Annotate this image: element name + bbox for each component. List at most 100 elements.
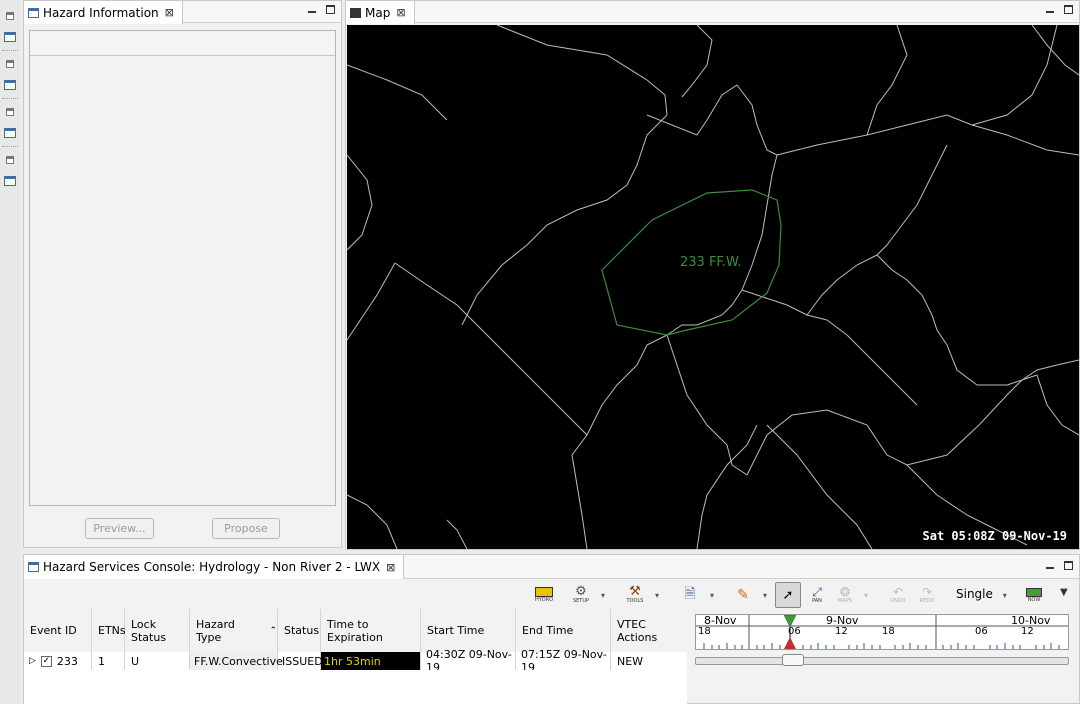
column-header[interactable]: VTEC Actions — [611, 609, 687, 652]
view-icon[interactable] — [4, 128, 16, 138]
hazard-polygon-label: 233 FF.W. — [680, 255, 742, 270]
column-header[interactable]: Start Time — [421, 609, 516, 652]
column-header[interactable]: Time to Expiration — [321, 609, 421, 652]
pan-icon: ⤢ — [812, 584, 822, 599]
minimize-button[interactable] — [308, 5, 316, 13]
undo-button[interactable]: ↶ UNDO — [887, 582, 909, 608]
undo-label: UNDO — [890, 597, 906, 604]
view-icon[interactable] — [4, 32, 16, 42]
tab-hazard-services-console[interactable]: Hazard Services Console: Hydrology - Non… — [24, 555, 405, 579]
maximize-button[interactable] — [1064, 561, 1073, 570]
view-icon — [28, 7, 39, 18]
redo-button[interactable]: ↷ REDO — [916, 582, 938, 608]
tools-button[interactable]: ⚒ TOOLS — [624, 582, 646, 608]
minimize-button[interactable] — [1046, 561, 1054, 569]
column-header-sorted[interactable]: Hazard Type ⌃ — [190, 609, 278, 652]
now-button[interactable]: NOW — [1023, 582, 1045, 608]
map-datetime: Sat 05:08Z 09-Nov-19 — [922, 529, 1068, 543]
now-icon — [1026, 587, 1042, 597]
view-menu-icon[interactable]: ▼ — [1060, 587, 1068, 598]
slider-thumb[interactable] — [782, 654, 804, 666]
draw-button[interactable]: ✎ — [732, 582, 754, 608]
tab-label: Hazard Information — [43, 5, 159, 20]
tab-bar: Hazard Information ⊠ — [24, 1, 341, 24]
hazard-services-console: Hazard Services Console: Hydrology - Non… — [23, 554, 1080, 704]
propose-button[interactable]: Propose — [212, 518, 280, 539]
select-button[interactable]: ➚ — [775, 582, 801, 608]
document-button[interactable]: 🗎 — [679, 582, 701, 608]
view-icon — [28, 562, 39, 572]
view-icon[interactable] — [4, 176, 16, 186]
event-checkbox[interactable]: ✓ — [40, 655, 52, 667]
timeline-ruler[interactable]: 8-Nov 9-Nov 10-Nov 18 06 12 18 06 12 — [695, 614, 1069, 650]
column-header[interactable]: End Time — [516, 609, 611, 652]
county-boundaries — [347, 25, 1079, 549]
setup-label: SETUP — [572, 598, 590, 604]
map-canvas[interactable]: 233 FF.W. Sat 05:08Z 09-Nov-19 — [347, 25, 1079, 549]
tools-icon: ⚒ — [629, 584, 641, 599]
now-label: NOW — [1027, 596, 1041, 603]
separator — [2, 146, 18, 147]
hazard-info-header — [30, 31, 335, 56]
pencil-icon: ✎ — [737, 587, 749, 603]
hydro-button[interactable]: HYDRO — [533, 582, 555, 608]
maximize-button[interactable] — [326, 5, 335, 14]
mode-select[interactable]: Single ▾ — [956, 587, 1007, 601]
column-header[interactable]: ETNs — [92, 609, 126, 652]
column-header[interactable]: Event ID — [24, 609, 92, 652]
restore-icon[interactable] — [6, 108, 14, 116]
hydro-icon — [535, 587, 553, 597]
maps-label: MAPS — [838, 597, 852, 604]
event-time-slider[interactable] — [695, 654, 1069, 666]
minimize-button[interactable] — [1046, 5, 1054, 13]
events-table-header: Event ID ETNs Lock Status Hazard Type ⌃ … — [24, 609, 687, 652]
undo-icon: ↶ — [892, 584, 904, 599]
restore-icon[interactable] — [6, 156, 14, 164]
column-header[interactable]: Lock Status — [125, 609, 190, 652]
table-row[interactable]: ▷ ✓ 233 1 U FF.W.Convective ISSUED 1hr 5… — [24, 648, 687, 674]
console-toolbar: HYDRO ⚙ SETUP ▾ ⚒ TOOLS ▾ 🗎 ▾ ✎ ▾ ➚ ⤢ PA… — [24, 579, 1079, 609]
chevron-down-icon[interactable]: ▾ — [601, 591, 605, 600]
lock-status-cell: U — [125, 652, 190, 670]
event-start-marker[interactable] — [784, 637, 796, 649]
restore-icon[interactable] — [6, 60, 14, 68]
hazard-type-cell: FF.W.Convective — [190, 652, 283, 670]
column-header[interactable]: Status — [278, 609, 321, 652]
separator — [2, 50, 18, 51]
tab-bar: Hazard Services Console: Hydrology - Non… — [24, 555, 1079, 579]
setup-button[interactable]: ⚙ SETUP — [570, 582, 592, 608]
cursor-arrow-icon: ➚ — [782, 587, 794, 603]
table-empty-area — [24, 670, 687, 704]
chevron-down-icon[interactable]: ▾ — [710, 591, 714, 600]
timeline-hour-label: 06 — [788, 626, 801, 637]
timeline-hour-label: 18 — [698, 626, 711, 637]
timeline-hour-label: 12 — [835, 626, 848, 637]
document-icon: 🗎 — [684, 586, 696, 602]
chevron-down-icon[interactable]: ▾ — [763, 591, 767, 600]
close-icon[interactable]: ⊠ — [396, 6, 405, 19]
tab-label: Hazard Services Console: Hydrology - Non… — [43, 560, 381, 574]
restore-icon[interactable] — [6, 12, 14, 20]
pan-label: PAN — [812, 597, 822, 604]
sort-ascending-icon: ⌃ — [269, 625, 277, 636]
expand-triangle-icon[interactable]: ▷ — [29, 656, 36, 666]
preview-button[interactable]: Preview... — [85, 518, 154, 539]
timeline-hour-label: 06 — [975, 626, 988, 637]
hydro-label: HYDRO — [534, 597, 554, 603]
chevron-down-icon[interactable]: ▾ — [864, 591, 868, 600]
close-icon[interactable]: ⊠ — [165, 6, 174, 19]
maps-button[interactable]: ❂ MAPS — [834, 582, 856, 608]
maximize-button[interactable] — [1064, 5, 1073, 14]
tab-map[interactable]: Map ⊠ — [346, 1, 415, 24]
tab-bar: Map ⊠ — [346, 1, 1079, 24]
vtec-actions-cell: NEW — [617, 654, 644, 668]
view-icon[interactable] — [4, 80, 16, 90]
chevron-down-icon[interactable]: ▾ — [655, 591, 659, 600]
timeline-hour-label: 12 — [1021, 626, 1034, 637]
map-icon — [350, 7, 361, 18]
pan-button[interactable]: ⤢ PAN — [806, 582, 828, 608]
chevron-down-icon: ▾ — [1002, 591, 1007, 600]
tab-hazard-information[interactable]: Hazard Information ⊠ — [24, 1, 183, 24]
close-icon[interactable]: ⊠ — [386, 561, 395, 574]
tab-label: Map — [365, 5, 391, 20]
